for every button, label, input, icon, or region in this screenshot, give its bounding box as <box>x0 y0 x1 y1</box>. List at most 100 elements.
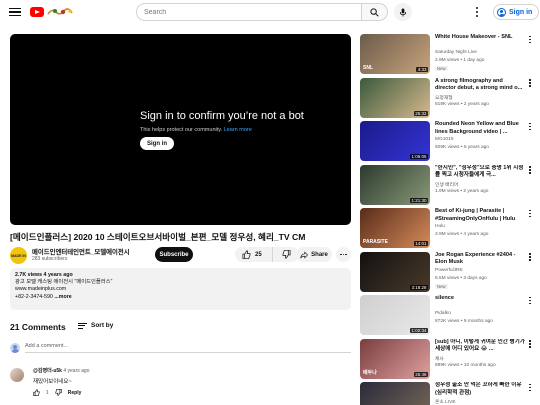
search-input[interactable] <box>144 8 361 16</box>
recommended-views: 5.5M views • 3 days ago <box>435 275 487 281</box>
user-icon <box>497 7 506 17</box>
video-thumbnail[interactable]: PARASITE 14:01 <box>360 208 430 248</box>
thumbnail-caption: SNL <box>363 65 373 71</box>
learn-more-link[interactable]: Learn more <box>224 127 252 133</box>
more-options-icon[interactable] <box>528 122 532 131</box>
recommended-channel[interactable]: 인생 배리어 <box>435 181 458 188</box>
recommended-title[interactable]: Joe Rogan Experience #2404 - Elon Musk <box>435 252 525 267</box>
recommended-video[interactable]: 배두나 25:46 [sub] 아니, 이렇게 귀여운 인간 병기가 세상에 어디 … <box>360 338 536 379</box>
duration-badge: 1:02:34 <box>409 328 428 333</box>
menu-icon[interactable] <box>9 6 21 18</box>
more-options-icon[interactable] <box>528 79 532 88</box>
video-title: [메이드인플러스] 2020 10 스테이트오브서바이벌_본편_모델 정우성, … <box>10 232 306 242</box>
new-badge: New <box>435 66 448 71</box>
recommended-channel[interactable]: Hulu <box>435 224 445 229</box>
recommended-channel[interactable]: Pidalko <box>435 311 451 316</box>
recommended-channel[interactable]: 요정재형 <box>435 94 453 101</box>
thumbs-up-icon <box>242 250 251 259</box>
share-button[interactable]: Share <box>296 247 332 262</box>
reply-button[interactable]: Reply <box>68 390 82 396</box>
bot-check-message: This helps protect our community. <box>140 127 223 133</box>
recommended-views: 872K views • 9 months ago <box>435 319 493 324</box>
video-thumbnail[interactable]: 배두나 25:46 <box>360 338 430 379</box>
recommended-views: 509K views • 5 years ago <box>435 145 489 150</box>
share-label: Share <box>311 251 328 258</box>
comments-count: 21 Comments <box>10 322 66 332</box>
channel-avatar[interactable]: MADE IN <box>10 247 27 264</box>
video-thumbnail[interactable]: 1:21:30 <box>360 164 430 205</box>
comment-meta: @김영더-u5k 4 years ago <box>33 367 90 374</box>
video-thumbnail[interactable]: 25:32 <box>360 77 430 118</box>
channel-name[interactable]: 메이드인엔터테인먼트_모델에이전시 <box>32 247 150 256</box>
recommended-title[interactable]: silence <box>435 295 525 303</box>
duration-badge: 25:32 <box>413 110 428 116</box>
more-options-icon[interactable] <box>528 35 532 44</box>
recommended-channel[interactable]: 혼소 LIVE <box>435 398 456 405</box>
bot-check-title: Sign in to confirm you’re not a bot <box>140 110 304 122</box>
recommended-views: 818K views • 2 years ago <box>435 101 489 107</box>
recommended-video[interactable]: 정우성 출소 안 먹은 꼬하게 빠한 이유 (심리학적 관점) 혼소 LIVE <box>360 382 536 405</box>
recommended-title[interactable]: Best of Ki-jung | Parasite | #StreamingO… <box>435 208 525 223</box>
video-thumbnail[interactable]: 3:18:28 <box>360 251 430 292</box>
recommended-title[interactable]: A strong filmography and director debut,… <box>435 78 525 93</box>
show-more-link[interactable]: ...more <box>54 294 71 300</box>
recommended-video[interactable]: PARASITE 14:01 Best of Ki-jung | Parasite … <box>360 208 536 248</box>
comment-time: 4 years ago <box>63 368 90 374</box>
video-thumbnail[interactable] <box>360 382 430 405</box>
video-thumbnail[interactable]: 1:02:34 <box>360 295 430 335</box>
sort-by-button[interactable]: Sort by <box>78 322 113 329</box>
youtube-logo[interactable] <box>30 6 76 18</box>
play-logo-icon <box>30 7 44 17</box>
more-options-icon[interactable] <box>528 166 532 175</box>
add-comment-input[interactable]: Add a comment... <box>25 343 351 353</box>
more-options-icon[interactable] <box>528 383 532 392</box>
recommended-title[interactable]: "한지민", "정우성"으로 증명 1위 시청률 찍고 시청자들에게 극... <box>435 165 525 180</box>
recommended-title[interactable]: White House Makeover - SNL <box>435 34 525 42</box>
recommended-channel[interactable]: MG1010 <box>435 137 453 142</box>
voice-search-button[interactable] <box>394 3 412 21</box>
comment-author[interactable]: @김영더-u5k <box>33 368 62 374</box>
duration-badge: 1:21:30 <box>409 197 428 203</box>
more-options-icon[interactable] <box>528 209 532 218</box>
thumbs-up-icon[interactable] <box>33 389 40 396</box>
description-box[interactable]: 2.7K views 4 years ago 광고 모델 캐스팅 에이전시 "메… <box>10 268 351 310</box>
video-thumbnail[interactable]: 1:06:05 <box>360 121 430 161</box>
description-line: +82-2-3474-590 ...more <box>15 294 346 301</box>
recommended-video[interactable]: 1:06:05 Rounded Neon Yellow and Blue line… <box>360 121 536 161</box>
like-button[interactable]: 25 <box>235 247 273 262</box>
recommended-video[interactable]: 25:32 A strong filmography and director d… <box>360 77 536 118</box>
recommended-views: 2.9M views • 1 day ago <box>435 58 485 63</box>
subscribe-button[interactable]: Subscribe <box>155 247 193 262</box>
search-button[interactable] <box>362 3 388 21</box>
thumbnail-caption: PARASITE <box>363 239 388 245</box>
description-phone: +82-2-3474-590 <box>15 293 53 300</box>
recommended-title[interactable]: [sub] 아니, 이렇게 귀여운 인간 병기가 세상에 어디 있어요 😂 ..… <box>435 339 525 354</box>
more-options-icon[interactable] <box>528 253 532 262</box>
more-options-icon[interactable] <box>528 296 532 305</box>
sign-in-button[interactable]: Sign in <box>493 4 540 20</box>
recommended-video[interactable]: SNL 4:33 White House Makeover - SNL Saturda… <box>360 34 536 74</box>
description-line: 광고 모델 캐스팅 에이전시 "메이드인플러스" <box>15 279 113 286</box>
duration-badge: 1:06:05 <box>409 154 428 159</box>
recommended-video[interactable]: 1:02:34 silence Pidalko 872K views • 9 mont… <box>360 295 536 335</box>
recommended-video[interactable]: 1:21:30 "한지민", "정우성"으로 증명 1위 시청률 찍고 시청자들에… <box>360 164 536 205</box>
thumbs-down-icon[interactable] <box>55 389 62 396</box>
recommended-video[interactable]: 3:18:28 Joe Rogan Experience #2404 - Elon… <box>360 251 536 292</box>
recommended-channel[interactable]: PowerfulJRE <box>435 268 463 273</box>
recommended-title[interactable]: Rounded Neon Yellow and Blue lines Backg… <box>435 121 525 136</box>
commenter-avatar[interactable] <box>10 368 24 382</box>
recommended-channel[interactable]: 채사 <box>435 355 444 362</box>
recommended-title[interactable]: 정우성 출소 안 먹은 꼬하게 빠한 이유 (심리학적 관점) <box>435 382 525 397</box>
duration-badge: 25:46 <box>413 371 428 377</box>
subscriber-count: 283 subscribers <box>32 256 68 262</box>
settings-more-icon[interactable] <box>474 6 480 18</box>
search-box <box>136 3 362 21</box>
player-sign-in-button[interactable]: Sign in <box>140 137 174 150</box>
video-player[interactable]: Sign in to confirm you’re not a bot This… <box>10 34 351 225</box>
share-icon <box>300 250 309 259</box>
video-thumbnail[interactable]: SNL 4:33 <box>360 34 430 74</box>
more-options-icon[interactable] <box>528 340 532 349</box>
recommended-channel[interactable]: Saturday Night Live <box>435 50 477 55</box>
more-actions-button[interactable] <box>336 247 351 262</box>
sign-in-label: Sign in <box>509 8 533 16</box>
